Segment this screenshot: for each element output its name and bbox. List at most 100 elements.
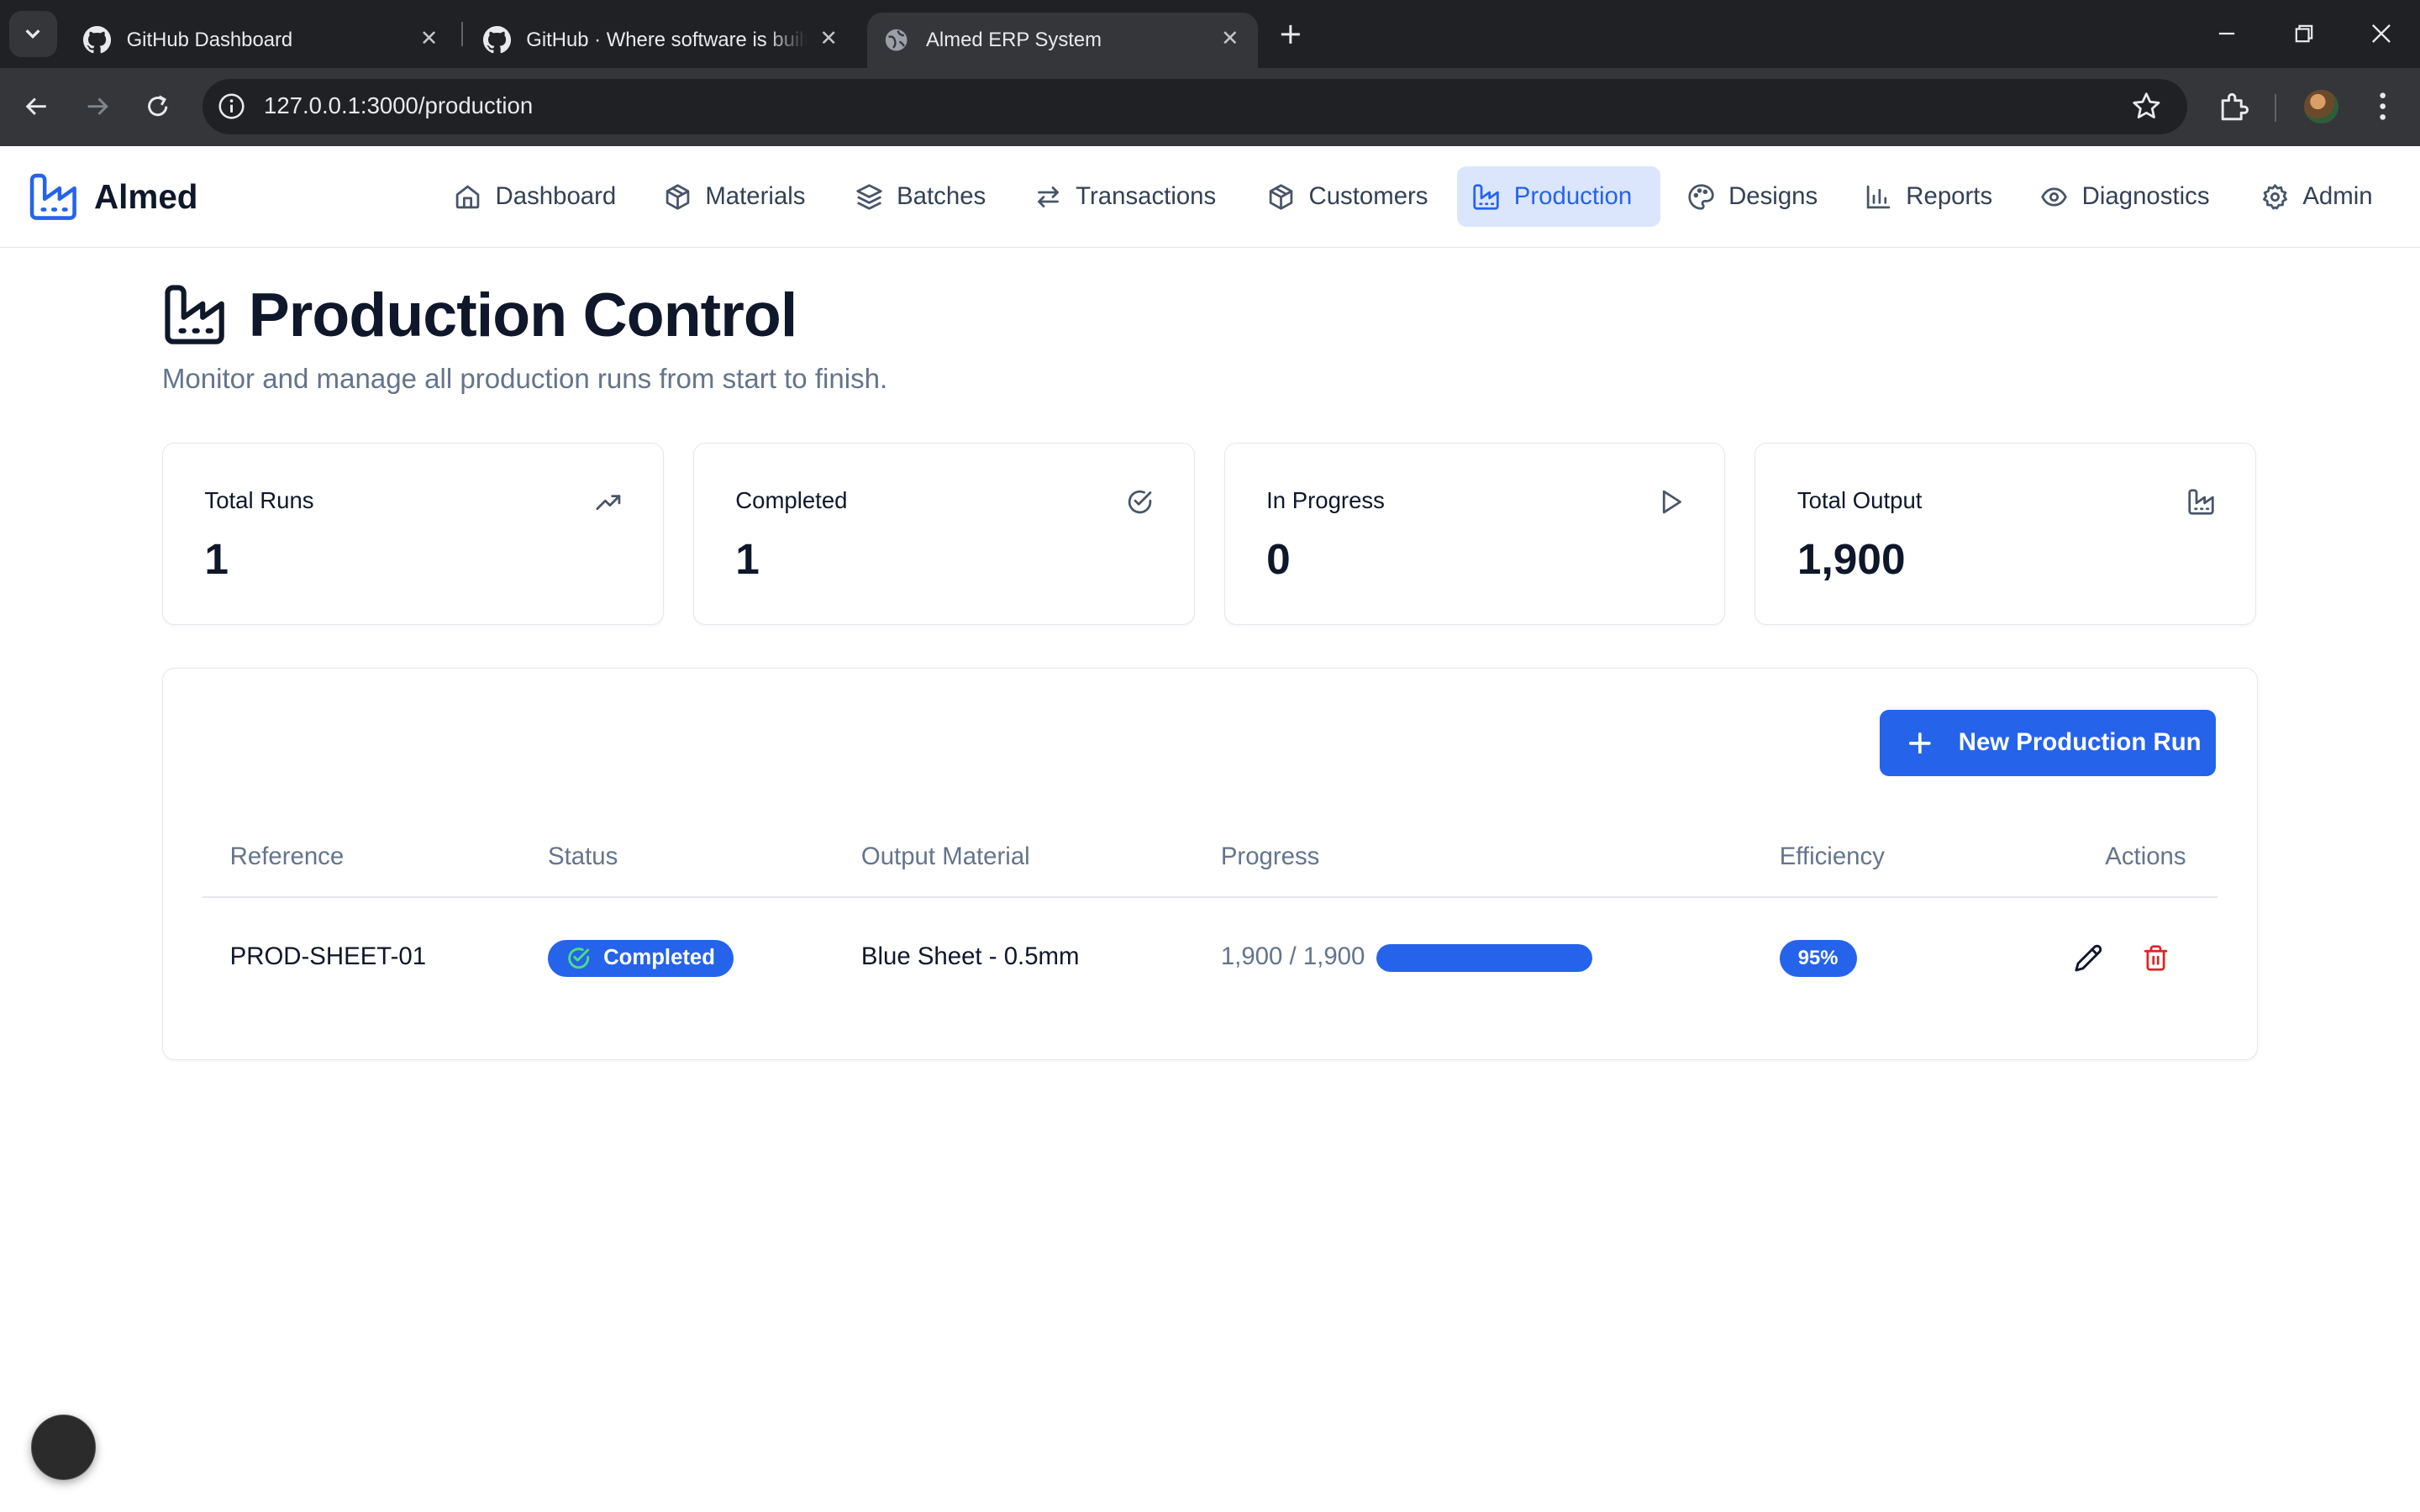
tab-search-button[interactable] (9, 10, 57, 57)
stat-card-total-runs: Total Runs 1 (161, 443, 664, 625)
page-title: Production Control (162, 279, 797, 350)
layers-icon (855, 184, 882, 210)
factory-icon (29, 173, 76, 220)
cell-reference: PROD-SHEET-01 (229, 942, 427, 971)
nav-transactions[interactable]: Transactions (1018, 166, 1234, 227)
nav-materials[interactable]: Materials (648, 166, 823, 227)
brand-name: Almed (94, 176, 198, 216)
close-icon[interactable]: ✕ (813, 24, 844, 55)
tab-title: GitHub · Where software is built (526, 28, 808, 51)
check-circle-icon (1128, 491, 1152, 514)
site-info-icon[interactable] (214, 90, 248, 123)
plus-icon (1908, 732, 1931, 754)
nav-label: Batches (897, 182, 986, 211)
close-window-button[interactable] (2363, 15, 2400, 52)
nav-dashboard[interactable]: Dashboard (439, 166, 635, 227)
stat-label: Total Output (1797, 486, 1923, 513)
box-icon (1269, 184, 1293, 210)
browser-tab-almed[interactable]: Almed ERP System ✕ (867, 12, 1258, 68)
column-header-status: Status (548, 842, 618, 870)
stat-label: In Progress (1266, 486, 1385, 513)
button-label: New Production Run (1958, 728, 2202, 757)
stat-label: Total Runs (204, 486, 314, 513)
reload-button[interactable] (137, 87, 177, 127)
nav-customers[interactable]: Customers (1252, 166, 1447, 227)
arrow-left-icon (25, 97, 47, 115)
arrows-icon (1037, 186, 1059, 207)
status-badge: Completed (548, 939, 734, 977)
tab-title: Almed ERP System (926, 28, 1102, 51)
nav-production[interactable]: Production (1456, 166, 1661, 227)
browser-menu-button[interactable] (2367, 88, 2398, 125)
gear-icon (2262, 184, 2287, 210)
close-icon[interactable]: ✕ (1214, 24, 1245, 55)
back-button[interactable] (17, 87, 57, 127)
page-subtitle: Monitor and manage all production runs f… (161, 364, 888, 396)
new-tab-button[interactable] (1271, 15, 1308, 52)
efficiency-badge: 95% (1779, 939, 1857, 977)
play-icon (1662, 491, 1681, 514)
nav-label: Diagnostics (2081, 182, 2210, 211)
delete-button[interactable] (2139, 941, 2173, 974)
nav-designs[interactable]: Designs (1671, 166, 1836, 227)
globe-icon (883, 26, 911, 54)
profile-avatar[interactable] (2304, 89, 2338, 123)
column-header-reference: Reference (229, 842, 345, 870)
column-header-progress: Progress (1220, 842, 1320, 870)
browser-tab-github-home[interactable]: GitHub · Where software is built ✕ (468, 13, 857, 68)
forward-button[interactable] (77, 87, 118, 127)
restore-icon (2295, 25, 2313, 43)
url-text: 127.0.0.1:3000/production (264, 92, 534, 119)
browser-toolbar: 127.0.0.1:3000/production (0, 67, 2420, 147)
restore-button[interactable] (2286, 15, 2323, 52)
reload-icon (147, 95, 167, 117)
bookmark-star-icon[interactable] (2131, 91, 2162, 122)
more-vertical-icon (2380, 92, 2386, 120)
check-circle-icon (568, 948, 590, 969)
progress-bar-fill (1376, 944, 1593, 973)
plus-icon (1281, 24, 1300, 44)
column-header-actions: Actions (2105, 842, 2186, 870)
minimize-icon (2219, 33, 2235, 35)
nav-label: Materials (705, 182, 806, 211)
address-bar[interactable]: 127.0.0.1:3000/production (202, 78, 2187, 134)
progress-bar (1376, 944, 1593, 973)
trending-up-icon (596, 495, 621, 511)
stat-card-in-progress: In Progress 0 (1223, 443, 1726, 625)
box-icon (666, 184, 690, 210)
nav-admin[interactable]: Admin (2245, 166, 2391, 227)
github-icon (482, 26, 511, 54)
minimize-button[interactable] (2208, 15, 2245, 52)
nav-label: Customers (1308, 182, 1428, 211)
bar-chart-icon (1866, 185, 1891, 208)
browser-tab-github-dashboard[interactable]: GitHub Dashboard ✕ (68, 13, 457, 68)
nav-batches[interactable]: Batches (839, 166, 1004, 227)
page-title-text: Production Control (248, 280, 798, 350)
nav-reports[interactable]: Reports (1849, 166, 2011, 227)
stat-card-total-output: Total Output 1,900 (1754, 443, 2257, 625)
status-label: Completed (603, 946, 715, 970)
new-production-run-button[interactable]: New Production Run (1880, 709, 2217, 776)
close-icon[interactable]: ✕ (413, 24, 445, 55)
trash-icon (2144, 945, 2168, 971)
stat-value: 1 (204, 533, 229, 583)
table-header-divider (202, 896, 2218, 898)
cell-output-material: Blue Sheet - 0.5mm (860, 942, 1080, 971)
app-header: Almed Dashboard Materials Batches Transa… (0, 146, 2420, 248)
eye-icon (2041, 187, 2067, 207)
nav-label: Production (1513, 182, 1633, 211)
close-icon (2372, 24, 2391, 44)
extensions-icon[interactable] (2215, 88, 2252, 125)
nav-label: Reports (1906, 182, 1993, 211)
efficiency-value: 95% (1797, 946, 1839, 969)
column-header-efficiency: Efficiency (1779, 842, 1885, 870)
floating-action-bubble[interactable] (30, 1415, 97, 1480)
factory-icon (165, 285, 224, 345)
edit-button[interactable] (2071, 941, 2105, 974)
progress-text: 1,900 / 1,900 (1220, 942, 1365, 971)
stat-value: 0 (1266, 533, 1291, 583)
stat-value: 1 (735, 533, 760, 583)
brand-logo[interactable]: Almed (28, 171, 197, 223)
nav-diagnostics[interactable]: Diagnostics (2025, 166, 2228, 227)
nav-label: Designs (1728, 182, 1818, 211)
